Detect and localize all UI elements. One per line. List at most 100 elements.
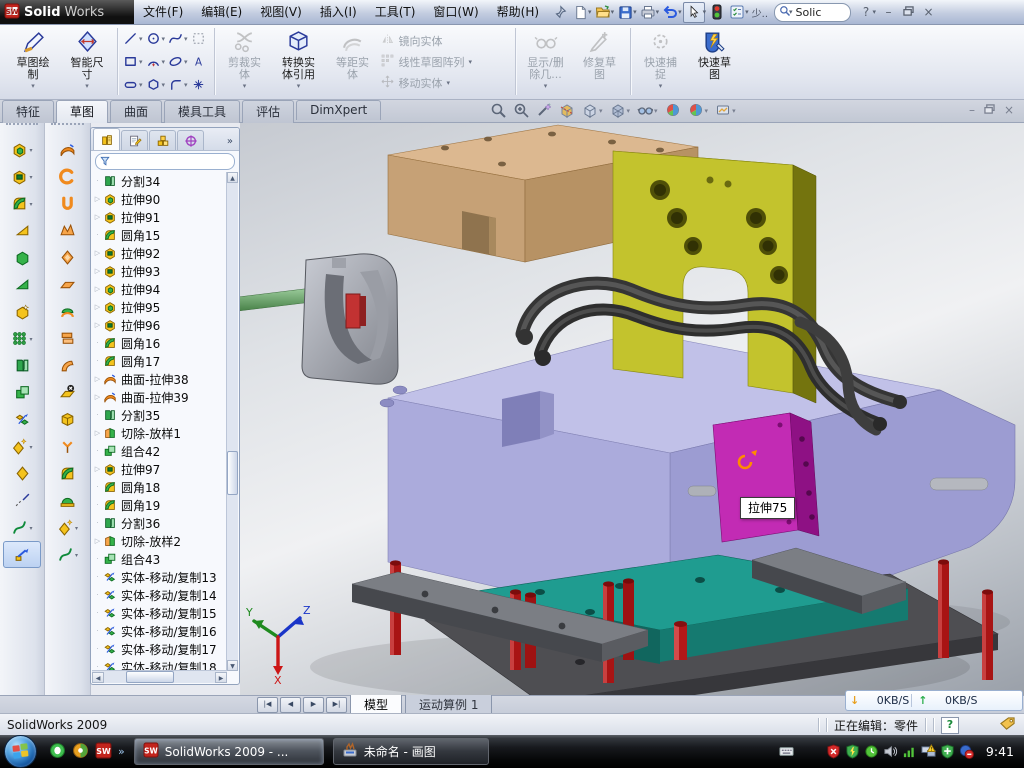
tree-item-曲面-拉伸38[interactable]: ▷曲面-拉伸38 — [92, 370, 227, 388]
part-insert-block[interactable] — [713, 413, 819, 542]
insert-part-button[interactable]: ▾ — [3, 433, 41, 460]
rebuild-icon[interactable] — [707, 3, 727, 22]
fillet-button[interactable]: ▾ — [3, 190, 41, 217]
menu-item-0[interactable]: 文件(F) — [134, 0, 192, 24]
sheet-nav-2[interactable]: ▶ — [303, 697, 324, 713]
offset-surface-button[interactable] — [49, 298, 87, 325]
instant3d-button[interactable] — [3, 541, 41, 568]
messenger-icon[interactable] — [49, 742, 66, 762]
part-sprue-insert[interactable] — [240, 254, 398, 384]
hide-show-items-icon-dropdown[interactable]: ▾ — [654, 107, 658, 115]
spline-tool[interactable]: ▾ — [168, 31, 188, 46]
curve-through-points-button-dropdown[interactable]: ▾ — [75, 552, 78, 559]
options-icon[interactable] — [727, 3, 747, 22]
chamfer-button[interactable] — [3, 217, 41, 244]
expand-arrow[interactable]: ▷ — [92, 195, 103, 203]
curve-button-dropdown[interactable]: ▾ — [29, 525, 32, 532]
ellipse-tool[interactable]: ▾ — [168, 54, 188, 69]
text-tool[interactable]: A — [191, 54, 206, 69]
combine-button[interactable] — [3, 379, 41, 406]
doc-close-button[interactable]: × — [1004, 103, 1014, 117]
tree-item-实体-移动/复制13[interactable]: ·实体-移动/复制13 — [92, 568, 227, 586]
display-style-icon-dropdown[interactable]: ▾ — [627, 107, 631, 115]
ellipse-tool-dropdown[interactable]: ▾ — [184, 58, 188, 66]
tray-defender[interactable] — [940, 744, 955, 759]
tree-item-切除-放样2[interactable]: ▷切除-放样2 — [92, 532, 227, 550]
extruded-boss-button[interactable]: ▾ — [3, 136, 41, 163]
edit-appearance[interactable] — [665, 102, 681, 118]
dimxpert-tab[interactable] — [177, 130, 204, 150]
reference-geometry-button[interactable] — [3, 487, 41, 514]
extruded-boss-button-dropdown[interactable]: ▾ — [29, 147, 32, 154]
tree-item-圆角16[interactable]: ·圆角16 — [92, 334, 227, 352]
planar-surface-button[interactable] — [49, 271, 87, 298]
new-file-icon[interactable] — [570, 3, 590, 22]
fillet-button-dropdown[interactable]: ▾ — [29, 201, 32, 208]
display-style[interactable]: ▾ — [610, 102, 631, 118]
pin-icon[interactable] — [550, 3, 570, 22]
menu-item-5[interactable]: 窗口(W) — [424, 0, 487, 24]
pattern-box-tool[interactable] — [191, 31, 206, 46]
graphics-viewport[interactable]: Y Z X 拉伸75 — [240, 122, 1024, 695]
tray-sync-status[interactable] — [959, 744, 974, 759]
surface-flange-button[interactable] — [49, 352, 87, 379]
tree-horizontal-scrollbar[interactable]: ◀ ▶ — [92, 670, 227, 683]
sketch-fillet-tool[interactable]: ▾ — [168, 77, 188, 92]
search-scope-dropdown[interactable]: ▾ — [789, 8, 793, 16]
doc-minimize-button[interactable]: – — [969, 103, 975, 117]
menu-item-3[interactable]: 插入(I) — [311, 0, 366, 24]
filter-input[interactable] — [95, 153, 235, 170]
tree-item-组合42[interactable]: ·组合42 — [92, 442, 227, 460]
expand-arrow[interactable]: ▷ — [92, 267, 103, 275]
circle-tool[interactable]: ▾ — [146, 31, 166, 46]
new-file-dropdown[interactable]: ▾ — [588, 8, 592, 16]
tree-item-实体-移动/复制15[interactable]: ·实体-移动/复制15 — [92, 604, 227, 622]
extruded-cut-button[interactable]: ▾ — [3, 163, 41, 190]
tag-icon[interactable] — [999, 716, 1016, 734]
tab-特征[interactable]: 特征 — [2, 100, 54, 123]
quick-tips-button[interactable]: ? — [941, 717, 959, 734]
browser-icon[interactable] — [72, 742, 89, 762]
slot-tool[interactable]: ▾ — [123, 77, 143, 92]
tree-item-拉伸94[interactable]: ▷拉伸94 — [92, 280, 227, 298]
expand-arrow[interactable]: ▷ — [92, 321, 103, 329]
arc-tool-dropdown[interactable]: ▾ — [162, 58, 166, 66]
save-dropdown[interactable]: ▾ — [633, 8, 637, 16]
menu-item-6[interactable]: 帮助(H) — [488, 0, 548, 24]
draft-button[interactable] — [3, 271, 41, 298]
sheet-nav-1[interactable]: ◀ — [280, 697, 301, 713]
solidworks-quicklaunch-icon[interactable]: SW — [95, 742, 112, 762]
select-tool-dropdown[interactable]: ▾ — [703, 8, 707, 16]
restore-button[interactable] — [900, 5, 917, 19]
expand-arrow[interactable]: ▷ — [92, 249, 103, 257]
hide-show-items[interactable]: ▾ — [637, 102, 658, 118]
shell-button[interactable] — [3, 244, 41, 271]
tree-item-曲面-拉伸39[interactable]: ▷曲面-拉伸39 — [92, 388, 227, 406]
print-dropdown[interactable]: ▾ — [656, 8, 660, 16]
tree-item-分割35[interactable]: ·分割35 — [92, 406, 227, 424]
tray-network-warning[interactable]: ! — [921, 744, 936, 759]
tray-antivirus[interactable] — [845, 744, 860, 759]
close-button[interactable]: × — [920, 5, 937, 19]
scroll-left-arrow[interactable]: ◀ — [92, 672, 104, 683]
tree-item-分割34[interactable]: ·分割34 — [92, 172, 227, 190]
previous-view[interactable] — [536, 102, 552, 118]
tree-item-圆角18[interactable]: ·圆角18 — [92, 478, 227, 496]
point-tool[interactable] — [191, 77, 206, 92]
options-dropdown[interactable]: ▾ — [745, 8, 749, 16]
replace-face-button[interactable] — [49, 406, 87, 433]
tree-item-圆角17[interactable]: ·圆角17 — [92, 352, 227, 370]
expand-arrow[interactable]: ▷ — [92, 429, 103, 437]
configurationmanager-tab[interactable] — [149, 130, 176, 150]
tree-item-实体-移动/复制17[interactable]: ·实体-移动/复制17 — [92, 640, 227, 658]
move-copy-body-button[interactable] — [3, 406, 41, 433]
revolved-surface-button[interactable] — [49, 163, 87, 190]
knit-surface-button[interactable] — [49, 325, 87, 352]
quick-launch-chevron[interactable]: » — [118, 745, 125, 758]
menu-item-4[interactable]: 工具(T) — [366, 0, 425, 24]
menu-item-2[interactable]: 视图(V) — [251, 0, 311, 24]
rectangle-tool[interactable]: ▾ — [123, 54, 143, 69]
tray-volume[interactable] — [883, 744, 898, 759]
tree-item-拉伸90[interactable]: ▷拉伸90 — [92, 190, 227, 208]
tray-wireless[interactable] — [902, 744, 917, 759]
